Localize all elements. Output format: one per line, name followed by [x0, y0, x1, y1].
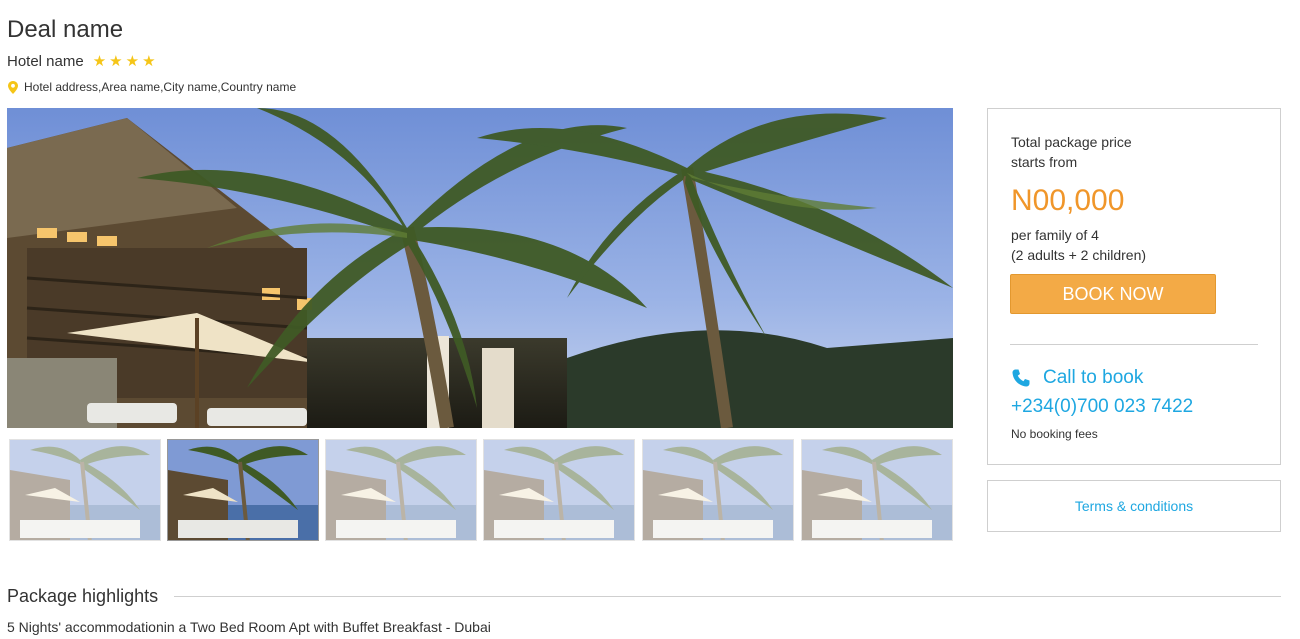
star-icon: ★ — [125, 53, 140, 70]
thumbnail-photo — [10, 440, 160, 540]
main-photo[interactable] — [7, 108, 953, 428]
divider — [1010, 344, 1258, 345]
thumbnail-photo — [168, 440, 318, 540]
address-row: Hotel address,Area name,City name,Countr… — [8, 80, 296, 94]
highlights-header: Package highlights — [7, 586, 1281, 607]
thumbnail-active[interactable] — [167, 439, 319, 541]
per-family-line1: per family of 4 — [1011, 227, 1099, 243]
thumbnail[interactable] — [483, 439, 635, 541]
hotel-row: Hotel name ★ ★ ★ ★ — [7, 53, 156, 70]
deal-title: Deal name — [7, 16, 124, 43]
star-icon: ★ — [92, 53, 107, 70]
terms-link[interactable]: Terms & conditions — [1075, 498, 1193, 514]
hotel-name: Hotel name — [7, 53, 84, 70]
divider — [174, 596, 1281, 597]
thumbnail-photo — [643, 440, 793, 540]
resort-photo — [7, 108, 953, 428]
star-rating: ★ ★ ★ ★ — [93, 54, 156, 69]
package-price: N00,000 — [1011, 184, 1125, 217]
star-icon: ★ — [142, 53, 156, 70]
phone-number[interactable]: +234(0)700 023 7422 — [1011, 396, 1193, 418]
location-pin-icon — [8, 80, 18, 94]
price-per-family: per family of 4 (2 adults + 2 children) — [1011, 225, 1251, 265]
thumbnail[interactable] — [642, 439, 794, 541]
thumbnail[interactable] — [801, 439, 953, 541]
thumbnail[interactable] — [325, 439, 477, 541]
thumbnail-strip — [7, 439, 953, 541]
call-to-book-label: Call to book — [1043, 367, 1144, 388]
price-label: Total package price starts from — [1011, 132, 1211, 172]
price-panel: Total package price starts from N00,000 … — [987, 108, 1281, 465]
thumbnail-photo — [802, 440, 952, 540]
phone-icon — [1012, 369, 1030, 387]
per-family-line2: (2 adults + 2 children) — [1011, 247, 1147, 263]
price-label-line2: starts from — [1011, 154, 1078, 170]
thumbnail-photo — [326, 440, 476, 540]
highlight-item: 5 Nights' accommodationin a Two Bed Room… — [7, 619, 491, 635]
thumbnail[interactable] — [9, 439, 161, 541]
call-to-book[interactable]: Call to book — [1011, 367, 1143, 389]
thumbnail-photo — [484, 440, 634, 540]
no-fees-note: No booking fees — [1011, 427, 1098, 441]
hotel-address: Hotel address,Area name,City name,Countr… — [24, 80, 297, 94]
book-now-button[interactable]: BOOK NOW — [1010, 274, 1216, 314]
price-label-line1: Total package price — [1011, 134, 1132, 150]
highlights-title: Package highlights — [7, 586, 159, 606]
star-icon: ★ — [109, 53, 123, 70]
terms-panel: Terms & conditions — [987, 480, 1281, 532]
